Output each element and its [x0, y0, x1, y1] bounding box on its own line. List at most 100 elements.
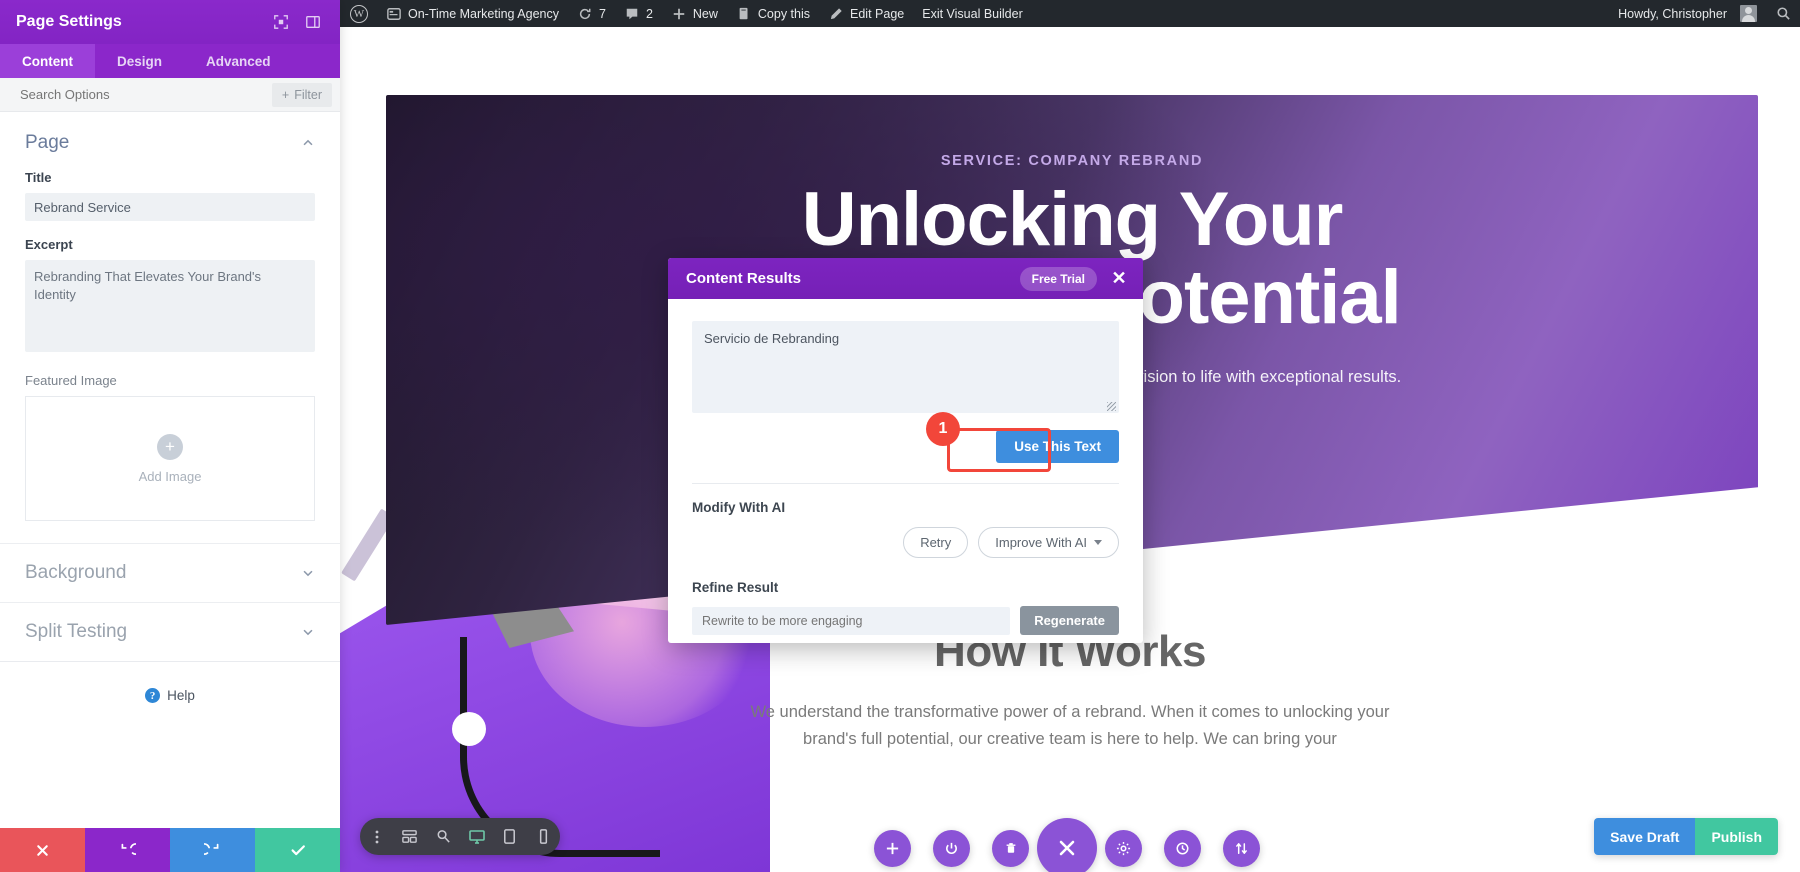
retry-label: Retry: [920, 535, 952, 550]
divider: [692, 483, 1119, 484]
close-icon[interactable]: ✕: [1109, 268, 1129, 289]
desktop-view-icon[interactable]: [466, 826, 488, 848]
resize-handle[interactable]: [1107, 402, 1116, 411]
section-page-label: Page: [25, 132, 70, 153]
regenerate-button[interactable]: Regenerate: [1020, 606, 1119, 635]
excerpt-label: Excerpt: [25, 237, 73, 252]
refine-input[interactable]: [692, 606, 1011, 635]
filter-button[interactable]: + Filter: [271, 82, 332, 107]
tab-advanced[interactable]: Advanced: [184, 44, 293, 78]
tablet-view-icon[interactable]: [499, 826, 521, 848]
modal-body: Use This Text 1 Modify With AI Retry Imp…: [668, 299, 1143, 643]
adminbar-howdy-label: Howdy, Christopher: [1618, 6, 1727, 21]
zoom-view-icon[interactable]: [432, 826, 454, 848]
trash-icon[interactable]: [992, 829, 1029, 867]
modify-with-ai-label: Modify With AI: [692, 500, 786, 515]
chevron-down-icon: [1094, 540, 1102, 545]
title-input[interactable]: [25, 193, 315, 221]
add-image-label: Add Image: [138, 468, 202, 484]
result-textarea[interactable]: [692, 321, 1119, 413]
add-image-dropzone[interactable]: + Add Image: [25, 396, 315, 521]
adminbar-comments[interactable]: 2: [615, 0, 662, 27]
tab-content[interactable]: Content: [0, 44, 95, 78]
undo-button[interactable]: [85, 828, 170, 872]
adminbar-site-name[interactable]: On-Time Marketing Agency: [377, 0, 568, 27]
improve-with-ai-button[interactable]: Improve With AI: [978, 527, 1119, 558]
add-section-icon[interactable]: [874, 829, 911, 867]
panel-header: Page Settings: [0, 0, 340, 44]
pencil-icon: [828, 6, 844, 22]
help-link[interactable]: ? Help: [0, 688, 340, 703]
publish-button[interactable]: Publish: [1695, 818, 1778, 855]
field-featured-image: Featured Image + Add Image: [0, 373, 340, 521]
adminbar-updates[interactable]: 7: [568, 0, 615, 27]
adminbar-new-label: New: [692, 6, 718, 21]
excerpt-textarea[interactable]: [25, 260, 315, 352]
adminbar-copy-this[interactable]: Copy this: [727, 0, 819, 27]
tab-design[interactable]: Design: [95, 44, 185, 78]
help-label: Help: [167, 688, 195, 703]
section-background-label: Background: [25, 562, 127, 583]
chevron-up-icon[interactable]: [301, 136, 315, 150]
phone-view-icon[interactable]: [532, 826, 554, 848]
how-it-works-body: We understand the transformative power o…: [750, 703, 1390, 749]
search-input[interactable]: [20, 87, 272, 102]
adminbar-copy-label: Copy this: [757, 6, 811, 21]
settings-gear-icon[interactable]: [1105, 829, 1142, 867]
wordpress-logo-icon: W: [350, 4, 368, 23]
copy-icon: [736, 6, 752, 22]
adminbar-search[interactable]: [1766, 0, 1800, 27]
updates-icon: [577, 6, 593, 22]
use-this-text-button[interactable]: Use This Text: [996, 430, 1119, 463]
page-title: Page Settings: [16, 13, 122, 30]
plus-circle-icon: +: [157, 433, 183, 460]
featured-image-label: Featured Image: [25, 373, 117, 388]
dashboard-icon: [386, 6, 402, 22]
section-split-testing[interactable]: Split Testing: [0, 602, 340, 661]
search-icon: [1775, 6, 1791, 22]
adminbar-edit-label: Edit Page: [850, 6, 905, 21]
modify-with-ai-actions: Retry Improve With AI: [692, 527, 1119, 558]
publish-button-group[interactable]: Save Draft Publish: [1594, 818, 1778, 855]
chevron-down-icon[interactable]: [301, 566, 315, 580]
fullscreen-icon[interactable]: [270, 11, 292, 33]
panel-dock-icon[interactable]: [302, 11, 324, 33]
wordpress-admin-bar: W On-Time Marketing Agency 7 2 New Copy …: [340, 0, 1800, 27]
content-results-modal: Content Results Free Trial ✕ Use This Te…: [668, 258, 1143, 643]
section-background[interactable]: Background: [0, 543, 340, 602]
section-page[interactable]: Page: [0, 112, 340, 170]
adminbar-wp-logo[interactable]: W: [340, 0, 377, 27]
reorder-icon[interactable]: [1223, 829, 1260, 867]
more-options-icon[interactable]: [366, 826, 388, 848]
history-clock-icon[interactable]: [1164, 829, 1201, 867]
chevron-down-icon[interactable]: [301, 625, 315, 639]
close-builder-icon[interactable]: [1037, 818, 1097, 872]
refine-row: Regenerate: [692, 606, 1119, 635]
power-toggle-icon[interactable]: [933, 829, 970, 867]
wireframe-view-icon[interactable]: [399, 826, 421, 848]
filter-label: Filter: [294, 87, 322, 102]
panel-body: Page Title Excerpt Featured Image + Add: [0, 112, 340, 828]
panel-footer[interactable]: [0, 828, 340, 872]
free-trial-badge[interactable]: Free Trial: [1019, 266, 1097, 291]
save-button[interactable]: [255, 828, 340, 872]
adminbar-account[interactable]: Howdy, Christopher: [1609, 0, 1766, 27]
plus-icon: [671, 6, 687, 22]
adminbar-exit-visual-builder[interactable]: Exit Visual Builder: [913, 0, 1032, 27]
retry-button[interactable]: Retry: [903, 527, 969, 558]
adminbar-edit-page[interactable]: Edit Page: [819, 0, 913, 27]
save-draft-button[interactable]: Save Draft: [1594, 818, 1696, 855]
field-excerpt: Excerpt: [0, 237, 340, 357]
adminbar-new[interactable]: New: [662, 0, 727, 27]
panel-tabs[interactable]: Content Design Advanced: [0, 44, 340, 78]
hero-headline-line1: Unlocking Your: [801, 177, 1344, 262]
redo-button[interactable]: [170, 828, 255, 872]
divider: [0, 661, 340, 662]
refine-result-label: Refine Result: [692, 580, 779, 595]
modal-title: Content Results: [686, 270, 802, 287]
divi-action-buttons[interactable]: [874, 818, 1260, 872]
cancel-button[interactable]: [0, 828, 85, 872]
divi-view-toolbar[interactable]: [360, 818, 560, 855]
